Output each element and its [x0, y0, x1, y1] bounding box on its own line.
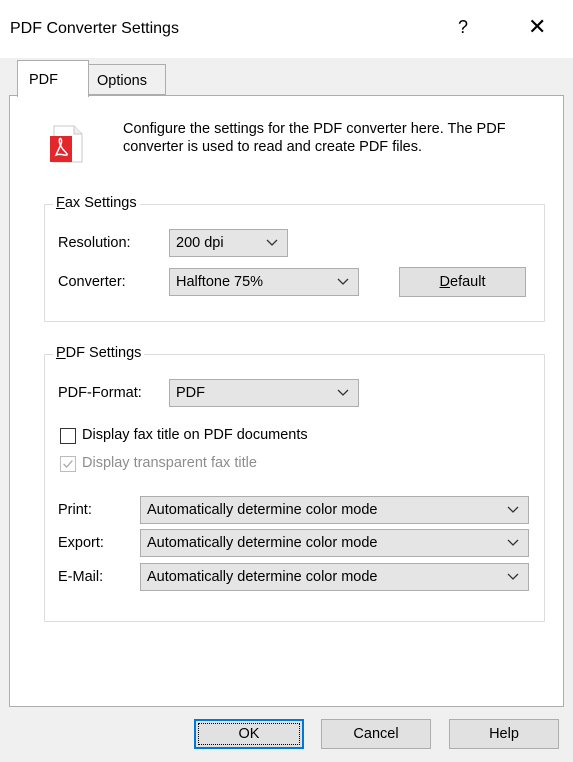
converter-label: Converter:: [58, 274, 126, 290]
resolution-label: Resolution:: [58, 235, 131, 251]
print-color-select[interactable]: Automatically determine color mode: [140, 496, 529, 524]
print-color-value: Automatically determine color mode: [147, 502, 378, 518]
cancel-button-label: Cancel: [353, 726, 399, 742]
help-icon[interactable]: ?: [458, 17, 468, 38]
default-button[interactable]: Default: [399, 267, 526, 297]
help-button-label: Help: [489, 726, 519, 742]
chevron-down-icon: [337, 278, 349, 285]
chevron-down-icon: [507, 539, 519, 546]
email-label: E-Mail:: [58, 569, 104, 585]
chevron-down-icon: [266, 239, 278, 246]
export-color-value: Automatically determine color mode: [147, 535, 378, 551]
email-color-value: Automatically determine color mode: [147, 569, 378, 585]
checkmark-icon: [63, 460, 73, 469]
close-icon[interactable]: ✕: [528, 15, 546, 40]
converter-select[interactable]: Halftone 75%: [169, 268, 359, 296]
pdf-format-select[interactable]: PDF: [169, 379, 359, 407]
ok-button-label: OK: [238, 726, 260, 742]
export-color-select[interactable]: Automatically determine color mode: [140, 529, 529, 557]
resolution-value: 200 dpi: [176, 235, 224, 251]
pdf-format-label: PDF-Format:: [58, 385, 142, 401]
fax-settings-group: Fax Settings Resolution: 200 dpi Convert…: [44, 195, 545, 322]
default-button-label: Default: [439, 274, 486, 290]
cancel-button[interactable]: Cancel: [321, 719, 431, 749]
tab-pdf-label: PDF: [29, 72, 58, 88]
display-fax-title-checkbox[interactable]: [60, 428, 76, 444]
display-transparent-checkbox[interactable]: [60, 456, 76, 472]
ok-button[interactable]: OK: [194, 719, 304, 749]
tab-options[interactable]: Options: [86, 64, 166, 95]
email-color-select[interactable]: Automatically determine color mode: [140, 563, 529, 591]
chevron-down-icon: [507, 506, 519, 513]
display-fax-title-label: Display fax title on PDF documents: [82, 427, 308, 443]
tab-options-label: Options: [97, 73, 147, 89]
chevron-down-icon: [337, 389, 349, 396]
export-label: Export:: [58, 535, 104, 551]
tab-panel-pdf: Configure the settings for the PDF conve…: [9, 95, 564, 707]
pdf-document-icon: [50, 125, 83, 163]
intro-text: Configure the settings for the PDF conve…: [123, 121, 506, 155]
fax-settings-legend: Fax Settings: [53, 195, 140, 211]
window-title: PDF Converter Settings: [10, 20, 179, 37]
chevron-down-icon: [507, 573, 519, 580]
pdf-format-value: PDF: [176, 385, 205, 401]
converter-value: Halftone 75%: [176, 274, 264, 290]
pdf-settings-legend: PDF Settings: [53, 345, 145, 361]
tab-pdf[interactable]: PDF: [17, 60, 89, 97]
help-button[interactable]: Help: [449, 719, 559, 749]
title-bar: PDF Converter Settings ? ✕: [0, 0, 573, 58]
print-label: Print:: [58, 502, 92, 518]
pdf-settings-group: PDF Settings PDF-Format: PDF Display fax…: [44, 345, 545, 622]
display-transparent-label: Display transparent fax title: [82, 455, 257, 471]
resolution-select[interactable]: 200 dpi: [169, 229, 288, 257]
